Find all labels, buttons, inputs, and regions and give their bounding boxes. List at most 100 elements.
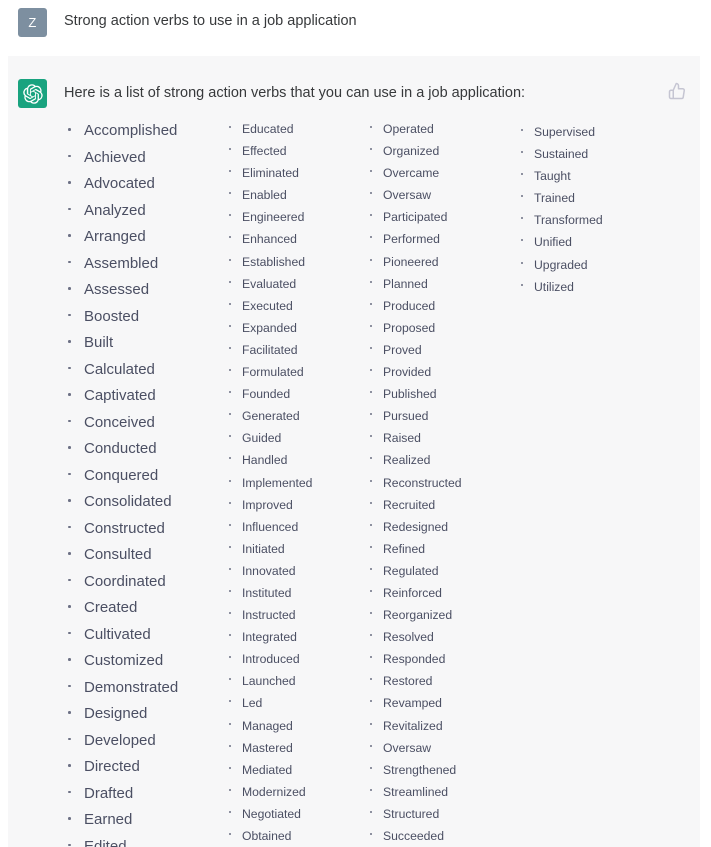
verb-item: Achieved bbox=[64, 145, 178, 172]
verb-item: Pursued bbox=[366, 405, 462, 427]
verb-item: Sustained bbox=[517, 143, 603, 165]
verb-item: Led bbox=[225, 692, 312, 714]
verb-item: Customized bbox=[64, 648, 178, 675]
verb-item: Enhanced bbox=[225, 228, 312, 250]
verb-item: Oversaw bbox=[366, 737, 462, 759]
verb-item: Transformed bbox=[517, 209, 603, 231]
verb-item: Modernized bbox=[225, 781, 312, 803]
verb-item: Revamped bbox=[366, 692, 462, 714]
verb-item: Influenced bbox=[225, 516, 312, 538]
verb-item: Strengthened bbox=[366, 759, 462, 781]
verb-item: Negotiated bbox=[225, 803, 312, 825]
verb-item: Executed bbox=[225, 295, 312, 317]
verb-item: Oversaw bbox=[366, 184, 462, 206]
verb-item: Edited bbox=[64, 834, 178, 847]
verb-item: Handled bbox=[225, 449, 312, 471]
assistant-message-turn: Here is a list of strong action verbs th… bbox=[8, 56, 700, 847]
verb-item: Reinforced bbox=[366, 582, 462, 604]
verb-item: Consolidated bbox=[64, 489, 178, 516]
user-avatar: Z bbox=[18, 8, 47, 37]
verb-item: Established bbox=[225, 251, 312, 273]
verb-item: Refined bbox=[366, 538, 462, 560]
verb-item: Boosted bbox=[64, 304, 178, 331]
verb-item: Coordinated bbox=[64, 569, 178, 596]
verb-item: Created bbox=[64, 595, 178, 622]
verb-item: Formulated bbox=[225, 361, 312, 383]
verb-item: Accomplished bbox=[64, 118, 178, 145]
verb-item: Enabled bbox=[225, 184, 312, 206]
verb-item: Streamlined bbox=[366, 781, 462, 803]
verb-item: Resolved bbox=[366, 626, 462, 648]
verb-item: Guided bbox=[225, 427, 312, 449]
verb-item: Planned bbox=[366, 273, 462, 295]
user-message-turn: Z Strong action verbs to use in a job ap… bbox=[0, 0, 711, 48]
verb-item: Analyzed bbox=[64, 198, 178, 225]
verb-item: Eliminated bbox=[225, 162, 312, 184]
verb-item: Facilitated bbox=[225, 339, 312, 361]
verb-item: Taught bbox=[517, 165, 603, 187]
verb-item: Consulted bbox=[64, 542, 178, 569]
verb-item: Conducted bbox=[64, 436, 178, 463]
verb-item: Published bbox=[366, 383, 462, 405]
verb-item: Calculated bbox=[64, 357, 178, 384]
verb-item: Innovated bbox=[225, 560, 312, 582]
verb-item: Drafted bbox=[64, 781, 178, 808]
verb-item: Reconstructed bbox=[366, 472, 462, 494]
verb-item: Pioneered bbox=[366, 251, 462, 273]
user-avatar-initial: Z bbox=[28, 15, 37, 30]
verb-item: Proposed bbox=[366, 317, 462, 339]
verb-item: Supervised bbox=[517, 121, 603, 143]
verb-item: Restored bbox=[366, 670, 462, 692]
verb-item: Earned bbox=[64, 807, 178, 834]
verb-item: Operated bbox=[366, 118, 462, 140]
verb-item: Educated bbox=[225, 118, 312, 140]
verb-item: Raised bbox=[366, 427, 462, 449]
verb-column-2: Educated Effected Eliminated Enabled Enginee… bbox=[225, 118, 312, 847]
verb-item: Mediated bbox=[225, 759, 312, 781]
verb-item: Implemented bbox=[225, 472, 312, 494]
verb-item: Conquered bbox=[64, 463, 178, 490]
verb-item: Advocated bbox=[64, 171, 178, 198]
verb-item: Designed bbox=[64, 701, 178, 728]
verb-item: Mastered bbox=[225, 737, 312, 759]
verb-item: Trained bbox=[517, 187, 603, 209]
verb-item: Assembled bbox=[64, 251, 178, 278]
verb-item: Directed bbox=[64, 754, 178, 781]
verb-item: Generated bbox=[225, 405, 312, 427]
verb-item: Built bbox=[64, 330, 178, 357]
verb-item: Demonstrated bbox=[64, 675, 178, 702]
verb-list-columns: Accomplished Achieved Advocated Analyzed Arr… bbox=[64, 118, 700, 847]
openai-logo-icon bbox=[18, 79, 47, 108]
verb-item: Constructed bbox=[64, 516, 178, 543]
verb-item: Proved bbox=[366, 339, 462, 361]
verb-item: Evaluated bbox=[225, 273, 312, 295]
verb-item: Overcame bbox=[366, 162, 462, 184]
verb-column-1: Accomplished Achieved Advocated Analyzed Arr… bbox=[64, 118, 178, 847]
verb-item: Performed bbox=[366, 228, 462, 250]
verb-item: Engineered bbox=[225, 206, 312, 228]
verb-item: Provided bbox=[366, 361, 462, 383]
verb-item: Arranged bbox=[64, 224, 178, 251]
verb-item: Realized bbox=[366, 449, 462, 471]
assistant-intro-text: Here is a list of strong action verbs th… bbox=[64, 85, 526, 101]
verb-item: Responded bbox=[366, 648, 462, 670]
verb-item: Produced bbox=[366, 295, 462, 317]
user-message-text: Strong action verbs to use in a job appl… bbox=[64, 13, 357, 29]
verb-item: Redesigned bbox=[366, 516, 462, 538]
verb-item: Structured bbox=[366, 803, 462, 825]
verb-item: Obtained bbox=[225, 825, 312, 847]
verb-item: Instituted bbox=[225, 582, 312, 604]
verb-item: Expanded bbox=[225, 317, 312, 339]
verb-item: Cultivated bbox=[64, 622, 178, 649]
verb-item: Effected bbox=[225, 140, 312, 162]
verb-item: Participated bbox=[366, 206, 462, 228]
verb-item: Managed bbox=[225, 715, 312, 737]
thumbs-up-icon[interactable] bbox=[668, 81, 688, 101]
verb-item: Recruited bbox=[366, 494, 462, 516]
verb-item: Initiated bbox=[225, 538, 312, 560]
verb-item: Organized bbox=[366, 140, 462, 162]
verb-item: Unified bbox=[517, 231, 603, 253]
verb-item: Reorganized bbox=[366, 604, 462, 626]
verb-item: Conceived bbox=[64, 410, 178, 437]
verb-column-3: Operated Organized Overcame Oversaw Particip… bbox=[366, 118, 462, 847]
